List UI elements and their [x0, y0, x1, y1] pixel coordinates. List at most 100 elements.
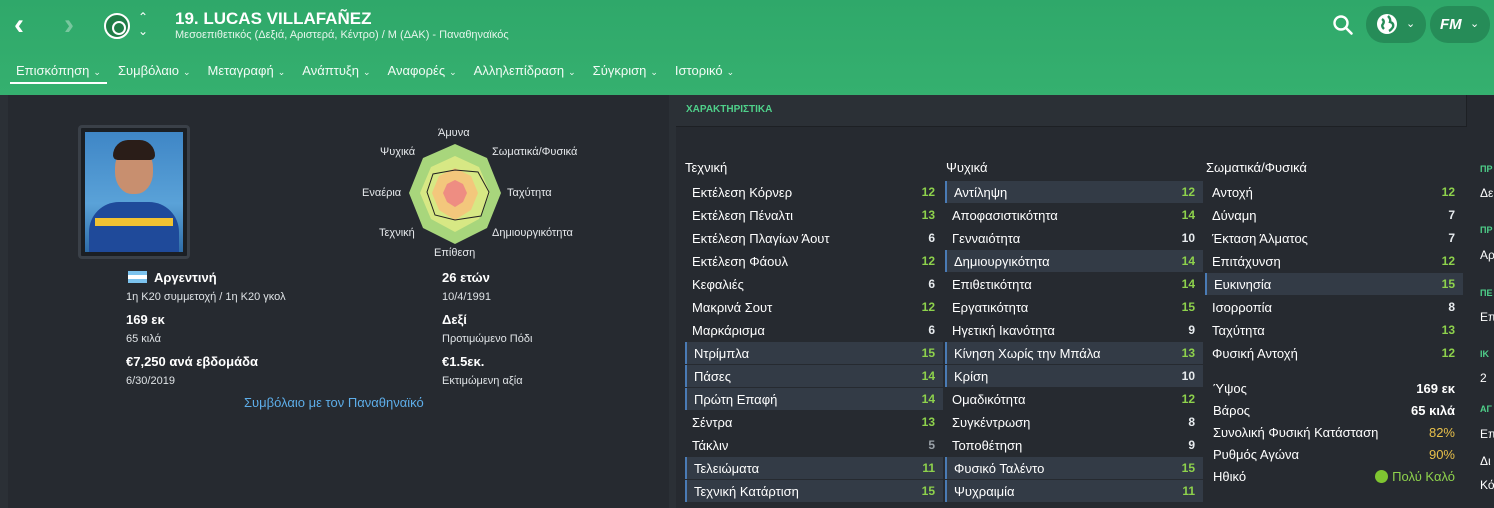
attribute-row[interactable]: Δημιουργικότητα 14 [945, 250, 1203, 272]
attribute-value: 6 [928, 277, 935, 291]
attribute-row[interactable]: Εκτέλεση Πέναλτι 13 [685, 204, 943, 226]
club-badge-icon[interactable] [104, 13, 130, 39]
attribute-name: Γενναιότητα [952, 231, 1021, 246]
mental-title: Ψυχικά [946, 160, 988, 175]
attribute-row[interactable]: Φυσικό Ταλέντο 15 [945, 457, 1203, 479]
wage: €7,250 ανά εβδομάδα [126, 354, 258, 369]
condition-value: 90% [1428, 447, 1455, 462]
condition-value: Πολύ Καλό [1375, 469, 1455, 484]
attribute-value: 8 [1448, 300, 1455, 314]
attribute-value: 15 [921, 484, 935, 498]
tab-contract[interactable]: Συμβόλαιο ⌄ [112, 60, 197, 84]
attribute-name: Ομαδικότητα [952, 392, 1026, 407]
attribute-row[interactable]: Αντίληψη 12 [945, 181, 1203, 203]
attribute-row[interactable]: Ευκινησία 15 [1205, 273, 1463, 295]
tab-overview[interactable]: Επισκόπηση ⌄ [10, 60, 107, 84]
attribute-row[interactable]: Επιθετικότητα 14 [945, 273, 1203, 295]
attribute-row[interactable]: Ψυχραιμία 11 [945, 480, 1203, 502]
attribute-row[interactable]: Μακρινά Σουτ 12 [685, 296, 943, 318]
attribute-row[interactable]: Έκταση Άλματος 7 [1205, 227, 1463, 249]
physical-title: Σωματικά/Φυσικά [1206, 160, 1307, 175]
attribute-name: Μαρκάρισμα [692, 323, 765, 338]
tab-comparison[interactable]: Σύγκριση ⌄ [587, 60, 664, 84]
attribute-value: 15 [1441, 277, 1455, 291]
attribute-row[interactable]: Ομαδικότητα 12 [945, 388, 1203, 410]
attribute-row[interactable]: Ντρίμπλα 15 [685, 342, 943, 364]
weight: 65 κιλά [126, 333, 161, 345]
attribute-row[interactable]: Ταχύτητα 13 [1205, 319, 1463, 341]
attribute-name: Αντοχή [1212, 185, 1253, 200]
condition-name: Βάρος [1213, 403, 1251, 418]
attribute-value: 12 [1441, 185, 1455, 199]
attribute-name: Ευκινησία [1214, 277, 1272, 292]
attribute-value: 11 [922, 461, 935, 475]
attribute-name: Τεχνική Κατάρτιση [694, 484, 799, 499]
attribute-row[interactable]: Ισορροπία 8 [1205, 296, 1463, 318]
attribute-row[interactable]: Τελειώματα 11 [685, 457, 943, 479]
radar-label-technique: Τεχνική [379, 227, 415, 239]
attribute-row[interactable]: Γενναιότητα 10 [945, 227, 1203, 249]
attribute-row[interactable]: Δύναμη 7 [1205, 204, 1463, 226]
fm-logo-icon: FM [1440, 16, 1462, 33]
attribute-row[interactable]: Επιτάχυνση 12 [1205, 250, 1463, 272]
attribute-row[interactable]: Κεφαλιές 6 [685, 273, 943, 295]
attribute-row[interactable]: Εκτέλεση Φάουλ 12 [685, 250, 943, 272]
tab-interaction[interactable]: Αλληλεπίδραση ⌄ [468, 60, 582, 84]
attribute-value: 13 [921, 208, 935, 222]
condition-name: Ηθικό [1213, 469, 1247, 484]
attribute-value: 14 [921, 369, 935, 383]
attribute-row[interactable]: Φυσική Αντοχή 12 [1205, 342, 1463, 364]
radar-label-defense: Άμυνα [438, 127, 470, 139]
attribute-row[interactable]: Τοποθέτηση 9 [945, 434, 1203, 456]
forward-arrow-icon[interactable]: › [64, 10, 94, 40]
attribute-row[interactable]: Εργατικότητα 15 [945, 296, 1203, 318]
fm-menu-button[interactable]: FM ⌄ [1430, 6, 1490, 43]
attribute-value: 9 [1188, 323, 1195, 337]
attribute-row[interactable]: Πάσες 14 [685, 365, 943, 387]
date-of-birth: 10/4/1991 [442, 291, 491, 303]
tab-reports[interactable]: Αναφορές ⌄ [382, 60, 463, 84]
attribute-row[interactable]: Εκτέλεση Κόρνερ 12 [685, 181, 943, 203]
search-icon[interactable] [1332, 14, 1354, 36]
attribute-row[interactable]: Σέντρα 13 [685, 411, 943, 433]
attribute-name: Κεφαλιές [692, 277, 744, 292]
radar-label-aerial: Εναέρια [362, 187, 402, 199]
attribute-row[interactable]: Τεχνική Κατάρτιση 15 [685, 480, 943, 502]
tab-development[interactable]: Ανάπτυξη ⌄ [296, 60, 376, 84]
globe-menu-button[interactable]: ⌄ [1366, 6, 1426, 43]
attribute-row[interactable]: Πρώτη Επαφή 14 [685, 388, 943, 410]
attribute-name: Εκτέλεση Πλαγίων Άουτ [692, 231, 830, 246]
attribute-row[interactable]: Ηγετική Ικανότητα 9 [945, 319, 1203, 341]
attribute-value: 7 [1448, 208, 1455, 222]
back-arrow-icon[interactable]: ‹ [14, 10, 44, 40]
attribute-value: 12 [1181, 185, 1195, 199]
attribute-row[interactable]: Κίνηση Χωρίς την Μπάλα 13 [945, 342, 1203, 364]
estimated-value-label: Εκτιμώμενη αξία [442, 375, 523, 387]
edge-header-3: ΠΕ [1480, 288, 1493, 298]
attribute-value: 12 [1181, 392, 1195, 406]
chevron-down-icon: ⌄ [1470, 18, 1480, 30]
attribute-value: 12 [921, 254, 935, 268]
attribute-name: Επιθετικότητα [952, 277, 1032, 292]
attribute-row[interactable]: Αντοχή 12 [1205, 181, 1463, 203]
attribute-value: 11 [1182, 484, 1195, 498]
attribute-name: Σέντρα [692, 415, 733, 430]
tab-history[interactable]: Ιστορικό ⌄ [669, 60, 740, 84]
attribute-row[interactable]: Τάκλιν 5 [685, 434, 943, 456]
tab-transfer[interactable]: Μεταγραφή ⌄ [202, 60, 292, 84]
attribute-row[interactable]: Αποφασιστικότητα 14 [945, 204, 1203, 226]
attribute-row[interactable]: Μαρκάρισμα 6 [685, 319, 943, 341]
attribute-row[interactable]: Εκτέλεση Πλαγίων Άουτ 6 [685, 227, 943, 249]
contract-link[interactable]: Συμβόλαιο με τον Παναθηναϊκό [244, 395, 424, 410]
attribute-row[interactable]: Κρίση 10 [945, 365, 1203, 387]
attribute-value: 12 [921, 300, 935, 314]
attribute-value: 13 [1441, 323, 1455, 337]
attribute-name: Εκτέλεση Φάουλ [692, 254, 788, 269]
club-switch-arrows-icon[interactable]: ⌃ ⌄ [138, 10, 148, 38]
attribute-name: Επιτάχυνση [1212, 254, 1281, 269]
attribute-name: Πάσες [694, 369, 731, 384]
edge-header-2: ΠΡ [1480, 225, 1493, 235]
attribute-value: 15 [1181, 461, 1195, 475]
attribute-name: Αποφασιστικότητα [952, 208, 1058, 223]
attribute-row[interactable]: Συγκέντρωση 8 [945, 411, 1203, 433]
